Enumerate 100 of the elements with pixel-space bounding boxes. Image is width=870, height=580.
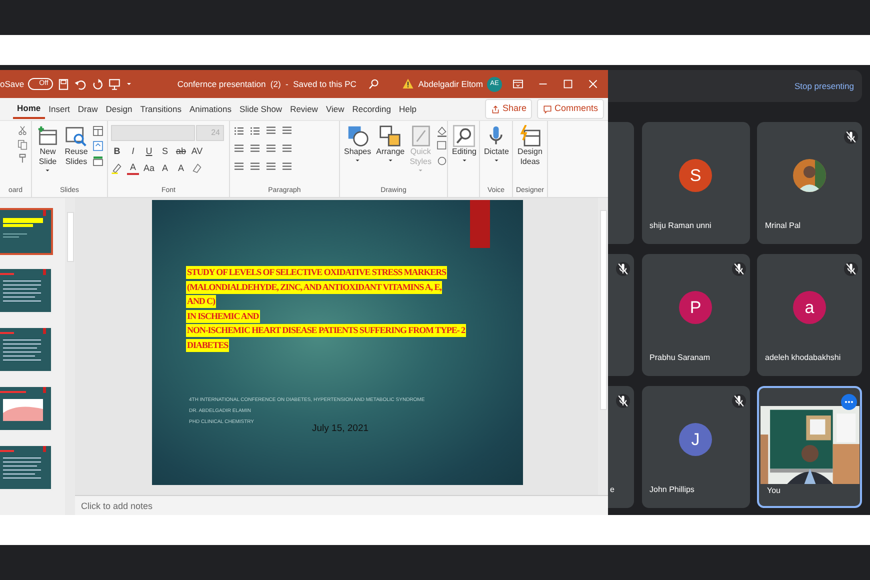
redo-icon[interactable] bbox=[91, 78, 104, 90]
shapes-icon bbox=[346, 125, 369, 147]
slide-thumbnail[interactable] bbox=[0, 444, 53, 491]
ribbon-tab[interactable]: View bbox=[322, 100, 348, 118]
avatar: P bbox=[679, 291, 712, 324]
ribbon-tab[interactable]: Insert bbox=[44, 100, 74, 118]
scrollbar[interactable] bbox=[65, 198, 75, 515]
caret-icon bbox=[354, 157, 362, 164]
new-slide-icon bbox=[36, 125, 59, 147]
undo-icon[interactable] bbox=[74, 78, 88, 90]
font-style-button[interactable]: U bbox=[143, 145, 155, 157]
ribbon-tab[interactable]: Transitions bbox=[136, 100, 186, 118]
presenter-icon[interactable] bbox=[108, 78, 122, 90]
comment-icon bbox=[543, 104, 552, 114]
slide-thumbnail[interactable] bbox=[0, 326, 53, 373]
participant-tile[interactable]: You bbox=[757, 386, 862, 508]
participant-name: e bbox=[609, 485, 616, 496]
participant-tile[interactable]: J John Phillips bbox=[642, 386, 750, 508]
highlighter-icon[interactable] bbox=[111, 162, 123, 174]
font-format-button[interactable]: A bbox=[159, 162, 171, 174]
participant-tile[interactable]: Mrinal Pal bbox=[757, 122, 862, 244]
cut-icon[interactable] bbox=[17, 125, 28, 136]
close-icon[interactable] bbox=[587, 78, 599, 90]
comments-button[interactable]: Comments bbox=[537, 99, 604, 119]
caret-icon bbox=[386, 157, 394, 164]
participant-tile[interactable]: a adeleh khodabakhshi bbox=[757, 254, 862, 376]
list-icon[interactable] bbox=[249, 125, 261, 137]
clear-format-icon[interactable] bbox=[191, 162, 203, 174]
ribbon-tab[interactable]: Slide Show bbox=[236, 100, 286, 118]
drawing-button[interactable]: Arrange bbox=[375, 125, 406, 164]
font-format-button[interactable]: Aa bbox=[143, 162, 155, 174]
shape-fill-icon[interactable] bbox=[436, 125, 448, 137]
ribbon-tab[interactable]: Review bbox=[286, 100, 322, 118]
reuse-slides-button[interactable]: Reuse Slides bbox=[64, 125, 89, 167]
slide-canvas[interactable] bbox=[152, 200, 523, 485]
more-options-button[interactable] bbox=[841, 394, 857, 410]
ribbon-tab[interactable]: Help bbox=[394, 100, 420, 118]
format-painter-icon[interactable] bbox=[17, 153, 28, 164]
avatar: S bbox=[679, 159, 712, 192]
design-ideas-button[interactable]: Design Ideas bbox=[516, 125, 544, 167]
dictate-button[interactable]: Dictate bbox=[483, 125, 510, 164]
avatar: a bbox=[793, 291, 826, 324]
font-style-button[interactable]: ab bbox=[175, 145, 187, 157]
maximize-icon[interactable] bbox=[562, 78, 574, 90]
slide-thumbnail[interactable] bbox=[0, 208, 53, 255]
ribbon-tab[interactable]: Recording bbox=[348, 100, 395, 118]
font-style-button[interactable]: S bbox=[159, 145, 171, 157]
search-icon[interactable] bbox=[368, 78, 380, 90]
share-icon bbox=[491, 104, 500, 114]
participant-name: John Phillips bbox=[648, 485, 696, 496]
share-button[interactable]: Share bbox=[485, 99, 532, 119]
arrange-icon bbox=[379, 125, 402, 147]
slide-thumbnail[interactable] bbox=[0, 385, 53, 432]
font-format-button[interactable]: A bbox=[175, 162, 187, 174]
caret-icon bbox=[492, 157, 500, 164]
ribbon-tab[interactable]: Animations bbox=[185, 100, 236, 118]
participant-name: shiju Raman unni bbox=[648, 221, 712, 232]
stop-presenting-button[interactable]: Stop presenting bbox=[792, 78, 856, 94]
caret-icon bbox=[460, 157, 468, 164]
design-ideas-icon bbox=[519, 125, 541, 147]
participant-tile[interactable]: e bbox=[608, 386, 634, 508]
accent-bar bbox=[470, 200, 490, 248]
font-style-button[interactable]: B bbox=[111, 145, 123, 157]
font-style-button[interactable]: I bbox=[127, 145, 139, 157]
participant-tile[interactable]: S shiju Raman unni bbox=[642, 122, 750, 244]
avatar: J bbox=[679, 423, 712, 456]
copy-icon[interactable] bbox=[17, 139, 28, 150]
participant-tile[interactable]: P Prabhu Saranam bbox=[642, 254, 750, 376]
search-icon bbox=[453, 125, 476, 147]
shape-outline-icon[interactable] bbox=[436, 140, 448, 152]
font-style-button[interactable]: AV bbox=[191, 145, 203, 157]
participant-name: You bbox=[766, 486, 782, 497]
slide-date: July 15, 2021 bbox=[312, 422, 369, 436]
participant-tile[interactable] bbox=[608, 254, 634, 376]
caret-icon bbox=[417, 167, 424, 174]
participant-tile[interactable] bbox=[608, 122, 634, 244]
editing-button[interactable]: Editing bbox=[451, 125, 478, 164]
font-format-button[interactable]: A bbox=[127, 161, 139, 175]
notes-field[interactable]: Click to add notes bbox=[75, 495, 608, 515]
reset-icon[interactable] bbox=[92, 140, 104, 152]
shape-effects-icon[interactable] bbox=[436, 155, 448, 167]
font-name-field[interactable] bbox=[111, 125, 195, 141]
window-title[interactable]: Confernce presentation (2) - Saved to this PC bbox=[177, 78, 356, 90]
save-icon[interactable] bbox=[57, 78, 70, 90]
user-name[interactable]: Abdelgadir Eltom bbox=[418, 78, 483, 90]
new-slide-button[interactable]: New Slide bbox=[35, 125, 60, 174]
participant-name: Prabhu Saranam bbox=[648, 353, 711, 364]
layout-icon[interactable] bbox=[92, 125, 104, 137]
ribbon-tab[interactable]: Design bbox=[102, 100, 136, 118]
ribbon-tab[interactable]: Draw bbox=[74, 100, 102, 118]
scrollbar[interactable] bbox=[598, 198, 608, 495]
participant-name: Mrinal Pal bbox=[764, 221, 802, 232]
drawing-button[interactable]: Shapes bbox=[343, 125, 372, 164]
section-icon[interactable] bbox=[92, 155, 104, 167]
ribbon-display-icon[interactable] bbox=[512, 78, 524, 90]
caret-icon[interactable] bbox=[125, 80, 134, 88]
avatar bbox=[793, 159, 826, 192]
slide-thumbnail[interactable] bbox=[0, 267, 53, 314]
list-icon[interactable] bbox=[233, 125, 245, 137]
participant-name: adeleh khodabakhshi bbox=[764, 353, 842, 364]
